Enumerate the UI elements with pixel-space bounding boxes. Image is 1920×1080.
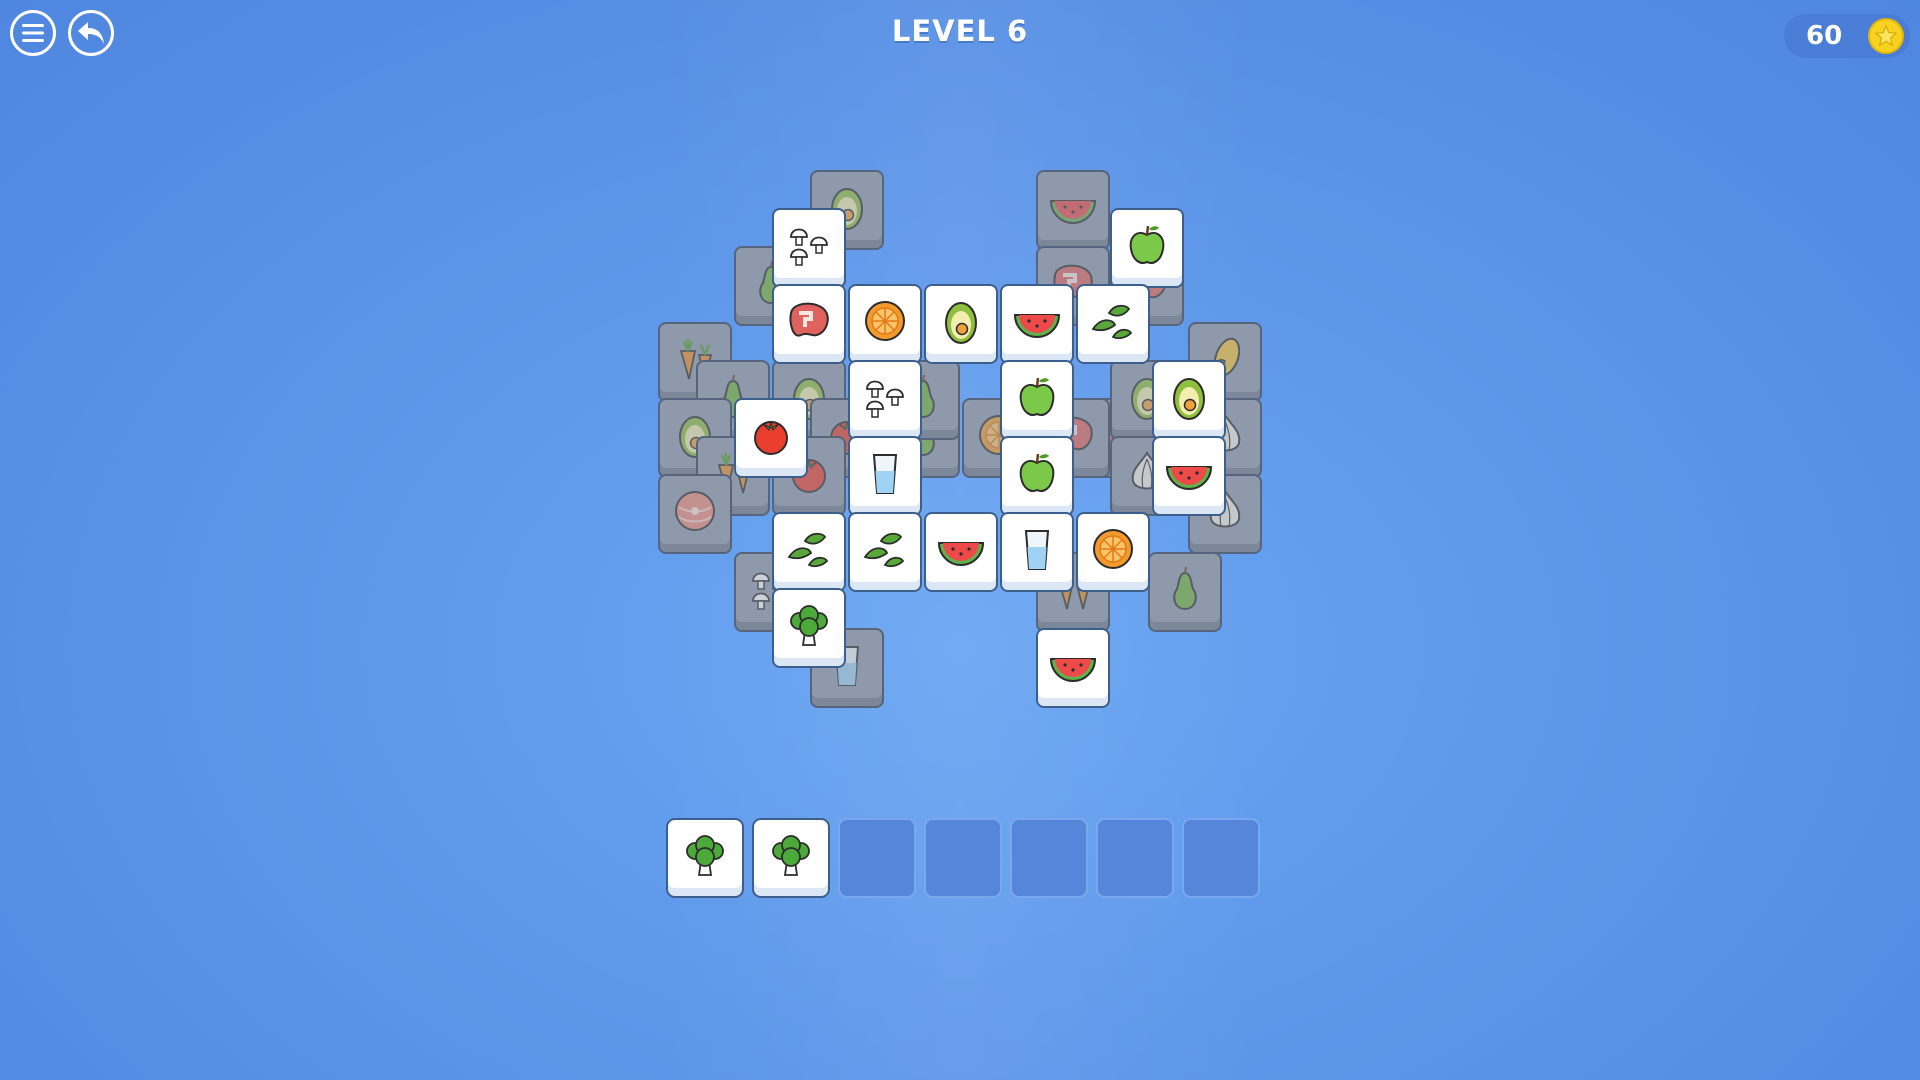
broccoli-icon bbox=[772, 835, 810, 876]
tray-tile-broccoli bbox=[666, 818, 744, 898]
tile-orange[interactable] bbox=[1076, 512, 1150, 592]
tile-avocado[interactable] bbox=[924, 284, 998, 364]
tomato-icon bbox=[754, 421, 788, 455]
tile-leaves[interactable] bbox=[772, 512, 846, 592]
avocado-icon bbox=[1173, 378, 1205, 420]
tray-slot-empty bbox=[924, 818, 1002, 898]
broccoli-icon bbox=[790, 605, 828, 646]
water-icon bbox=[872, 454, 898, 494]
steak-icon bbox=[789, 302, 829, 337]
tile-watermelon[interactable] bbox=[1036, 628, 1110, 708]
tile-water[interactable] bbox=[848, 436, 922, 516]
watermelon-icon bbox=[1013, 314, 1061, 338]
pear-icon bbox=[1173, 566, 1197, 611]
broccoli-icon bbox=[686, 835, 724, 876]
water-icon bbox=[1024, 530, 1050, 570]
tile-watermelon[interactable] bbox=[924, 512, 998, 592]
tile-broccoli[interactable] bbox=[772, 588, 846, 668]
tile-leaves[interactable] bbox=[1076, 284, 1150, 364]
tile-avocado[interactable] bbox=[1152, 360, 1226, 440]
tile-tomato[interactable] bbox=[734, 398, 808, 478]
tile-steak[interactable] bbox=[772, 284, 846, 364]
tile-mushrooms[interactable] bbox=[848, 360, 922, 440]
mushrooms-icon bbox=[866, 380, 904, 418]
tile-apple[interactable] bbox=[1000, 360, 1074, 440]
tray-slot-empty bbox=[838, 818, 916, 898]
tile-salmon bbox=[658, 474, 732, 554]
coin-counter: 60 bbox=[1784, 14, 1910, 58]
apple-icon bbox=[1129, 225, 1165, 264]
watermelon-icon bbox=[1165, 466, 1213, 490]
apple-icon bbox=[1019, 453, 1055, 492]
star-coin-icon bbox=[1868, 18, 1904, 54]
tile-orange[interactable] bbox=[848, 284, 922, 364]
tray-tile-broccoli bbox=[752, 818, 830, 898]
apple-icon bbox=[1019, 377, 1055, 416]
level-title: LEVEL 6 bbox=[891, 14, 1029, 48]
avocado-icon bbox=[945, 302, 977, 344]
watermelon-icon bbox=[1049, 200, 1097, 224]
mushrooms-icon bbox=[790, 228, 828, 266]
tile-leaves[interactable] bbox=[848, 512, 922, 592]
tray-slot-empty bbox=[1010, 818, 1088, 898]
tile-watermelon[interactable] bbox=[1152, 436, 1226, 516]
tray-slot-empty bbox=[1096, 818, 1174, 898]
leaves-icon bbox=[863, 532, 905, 568]
salmon-icon bbox=[675, 491, 715, 531]
tray-slot-empty bbox=[1182, 818, 1260, 898]
tile-watermelon[interactable] bbox=[1000, 284, 1074, 364]
watermelon-icon bbox=[937, 542, 985, 566]
orange-icon bbox=[1093, 529, 1133, 569]
tile-water[interactable] bbox=[1000, 512, 1074, 592]
tile-apple[interactable] bbox=[1000, 436, 1074, 516]
watermelon-icon bbox=[1049, 658, 1097, 682]
coin-count: 60 bbox=[1806, 21, 1843, 51]
tile-mushrooms[interactable] bbox=[772, 208, 846, 288]
leaves-icon bbox=[787, 532, 829, 568]
tile-apple[interactable] bbox=[1110, 208, 1184, 288]
leaves-icon bbox=[1091, 304, 1133, 340]
tile-watermelon bbox=[1036, 170, 1110, 250]
orange-icon bbox=[865, 301, 905, 341]
tile-pear bbox=[1148, 552, 1222, 632]
